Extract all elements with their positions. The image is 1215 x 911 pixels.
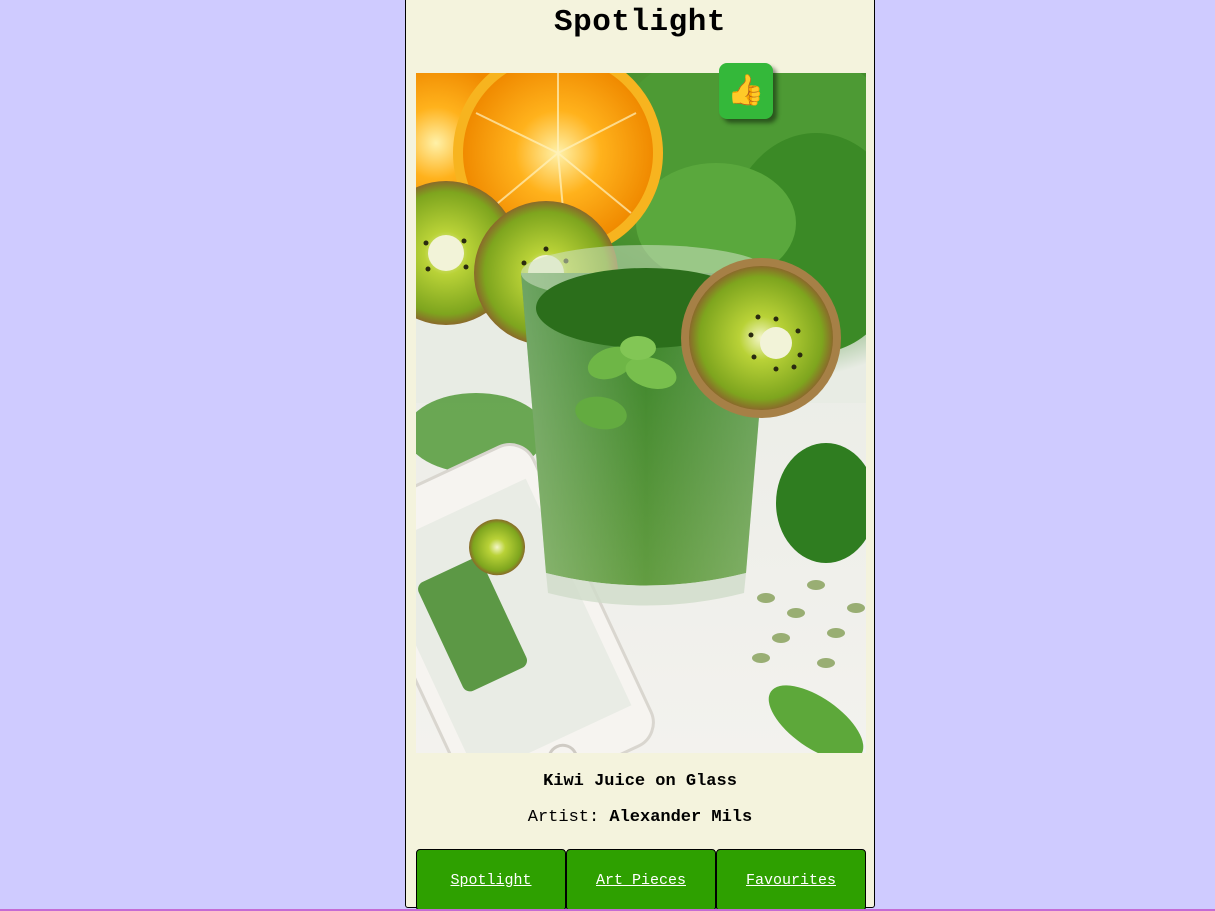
- spotlight-card: Spotlight 👍 Kiwi Juice on Glass Artist: …: [405, 0, 875, 911]
- artist-label: Artist:: [527, 808, 600, 827]
- nav-item-art-pieces[interactable]: Art Pieces: [566, 849, 716, 911]
- artwork-title: Kiwi Juice on Glass: [543, 772, 737, 791]
- nav-link-spotlight[interactable]: Spotlight: [450, 872, 531, 889]
- artwork-image[interactable]: [416, 73, 866, 753]
- nav-link-art-pieces[interactable]: Art Pieces: [596, 872, 686, 889]
- page-title: Spotlight: [554, 5, 726, 40]
- nav-item-favourites[interactable]: Favourites: [716, 849, 866, 911]
- nav-link-favourites[interactable]: Favourites: [746, 872, 836, 889]
- artwork-artist: Artist: Alexander Mils: [406, 808, 874, 827]
- thumbs-up-icon: 👍: [727, 73, 765, 108]
- artist-name: Alexander Mils: [609, 808, 753, 827]
- like-button[interactable]: 👍: [719, 63, 773, 119]
- bottom-navigation: Spotlight Art Pieces Favourites: [416, 849, 866, 911]
- nav-item-spotlight[interactable]: Spotlight: [416, 849, 566, 911]
